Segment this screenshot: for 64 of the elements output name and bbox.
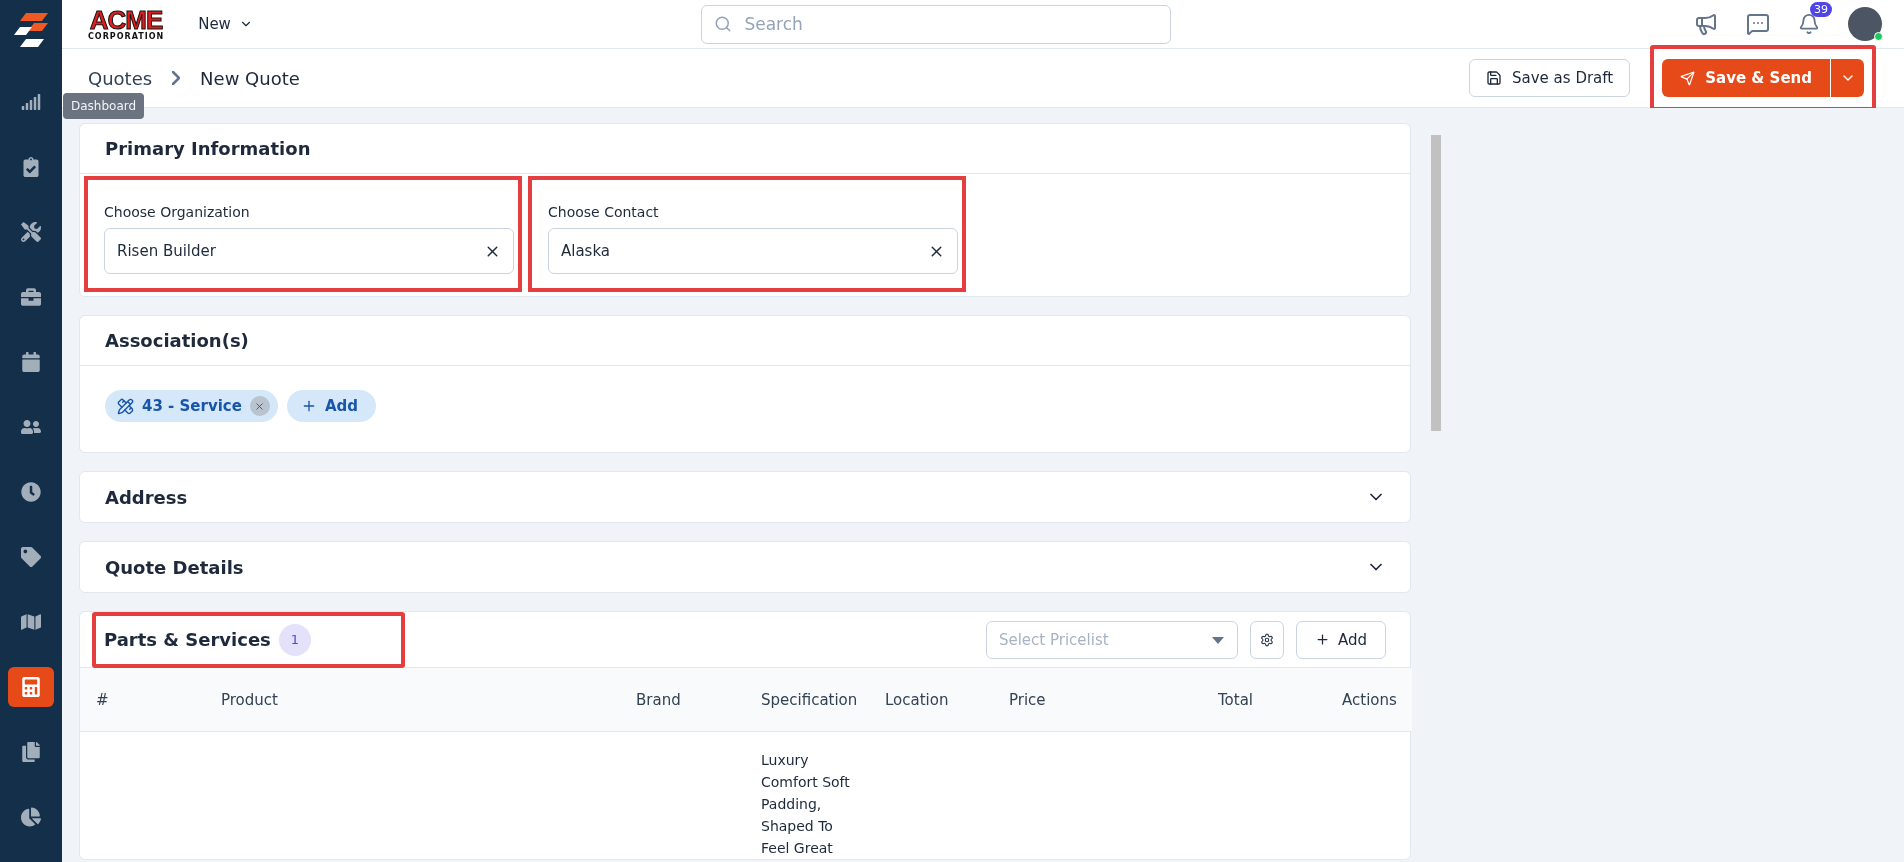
column-header: Product [221,668,636,732]
table-cell-text: Luxury Comfort Soft Padding, Shaped To Feel Great [761,751,851,858]
calendar-icon [21,352,41,372]
save-draft-button[interactable]: Save as Draft [1469,59,1631,97]
briefcase-icon [21,287,41,307]
breadcrumb-link[interactable]: Quotes [88,67,153,89]
calculator-icon [21,677,41,697]
column-header: # [80,668,221,732]
search-field[interactable]: Search [701,4,1172,44]
sidebar-item[interactable] [8,667,54,707]
notification-count: 39 [1810,2,1832,17]
column-header: Actions [1342,668,1412,732]
map-icon [21,612,41,632]
pricelist-select[interactable]: Select Pricelist [985,620,1238,659]
close-icon [254,400,266,412]
save-send-button[interactable]: Save & Send [1662,59,1830,97]
field-label: Choose Organization [104,204,251,220]
field-value: Risen Builder [117,242,216,260]
settings-button[interactable] [1249,620,1284,659]
users-icon [21,417,41,437]
user-avatar[interactable] [1848,7,1882,41]
count-badge: 1 [278,623,311,656]
column-header: Total [1218,668,1342,732]
column-header: Location [885,668,1009,732]
select-field[interactable]: Alaska [548,228,958,274]
remove-tag-button[interactable] [249,396,270,416]
tag-label: 43 - Service [142,397,242,415]
pie-chart-icon [21,807,41,827]
select-field[interactable]: Risen Builder [104,228,514,274]
megaphone-icon[interactable] [1694,12,1718,36]
plus-icon [1314,632,1330,647]
copy-icon [21,742,41,762]
bar-chart-icon [21,92,41,112]
tools-icon [21,222,41,242]
field-label: Choose Contact [548,204,660,220]
chevron-right-icon [172,71,181,85]
column-header: Brand [636,668,761,732]
tag-icon [21,547,41,567]
section-title: Association(s) [105,330,249,351]
section-title: Quote Details [105,556,244,578]
section-title: Parts & Services [104,629,271,650]
section-title: Primary Information [105,138,311,159]
field-value: Alaska [561,242,611,260]
dropdown-caret-icon [1211,636,1224,644]
send-icon [1680,70,1696,86]
clipboard-check-icon [21,157,41,177]
new-menu-button[interactable]: New [192,14,259,34]
settings-icon [1259,632,1274,647]
send-options-button[interactable] [1830,59,1864,97]
add-item-button[interactable]: Add [1295,620,1386,659]
section-title: Address [105,486,188,508]
breadcrumb-link[interactable]: New Quote [200,67,300,89]
column-header: Price [1009,668,1218,732]
add-association-button[interactable]: Add [286,390,376,422]
save-icon [1486,70,1503,86]
association-tag[interactable]: 43 - Service [105,390,278,422]
notification-bell-icon[interactable] [1798,13,1820,35]
clock-icon [21,482,41,502]
ruler-pencil-icon [117,397,134,415]
column-header: Specification [761,668,885,732]
app-logo-icon [14,13,48,49]
chat-icon[interactable] [1746,12,1770,36]
tooltip: Dashboard [63,93,145,119]
company-logo: ACME CORPORATION [88,7,165,41]
